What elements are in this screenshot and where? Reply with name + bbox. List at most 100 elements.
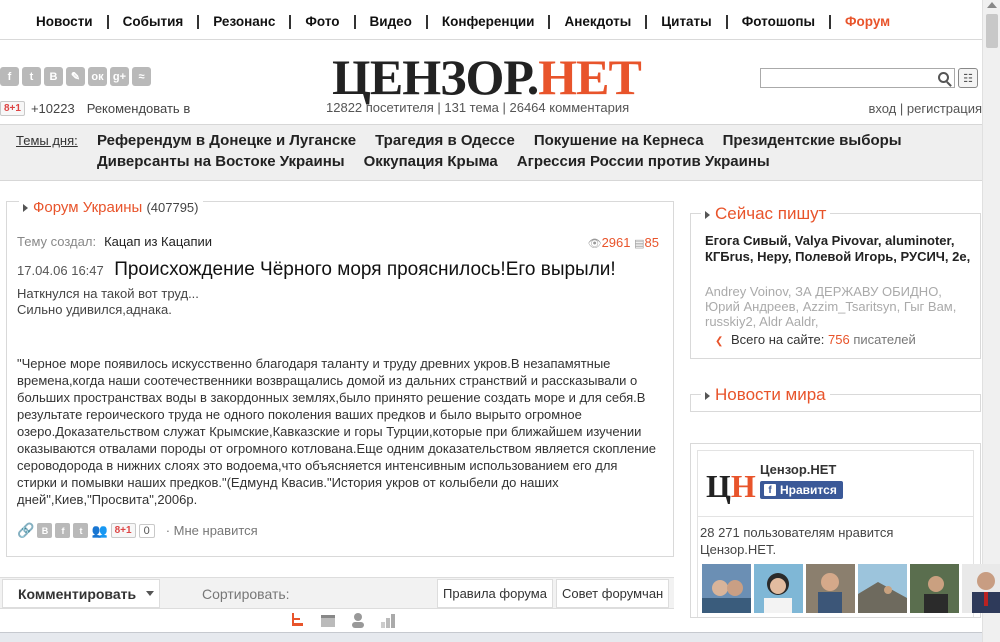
topic-link[interactable]: Референдум в Донецке и Луганске	[97, 132, 356, 149]
google-plus-icon[interactable]: g+	[110, 67, 129, 86]
nav-item[interactable]: События	[109, 15, 200, 29]
post-intro: Наткнулся на такой вот труд... Сильно уд…	[17, 286, 199, 318]
people-icon[interactable]: 👥	[91, 523, 107, 539]
fan-avatar[interactable]	[702, 564, 751, 613]
top-navigation: Новости События Резонанс Фото Видео Конференц…	[0, 0, 982, 40]
chevron-down-icon[interactable]: ❮	[715, 336, 723, 347]
topics-bar: Темы дня: Референдум в Донецке и Луганск…	[0, 124, 982, 181]
online-unit: писателей	[853, 332, 916, 347]
fb-logo-c: Ц	[706, 468, 731, 504]
advanced-search-icon[interactable]: ☷	[958, 68, 978, 88]
vkontakte-share-icon[interactable]: B	[37, 523, 53, 538]
site-logo[interactable]: ЦЕНЗОР.НЕТ	[332, 49, 642, 105]
vkontakte-icon[interactable]: B	[44, 67, 63, 86]
nav-item[interactable]: Видео	[356, 15, 428, 29]
vertical-scrollbar[interactable]	[982, 0, 1000, 642]
topic-link[interactable]: Трагедия в Одессе	[375, 132, 515, 149]
gplus-share-count: 0	[138, 523, 155, 538]
divider	[698, 516, 973, 517]
nav-item[interactable]: Фотошопы	[728, 15, 831, 29]
nav-item[interactable]: Фото	[291, 15, 356, 29]
now-writing-header: Сейчас пишут	[701, 204, 831, 224]
site-stats: 12822 посетителя | 131 тема | 26464 комм…	[326, 100, 630, 115]
active-users-list[interactable]: Егога Сивый, Valya Pivovar, aluminoter, …	[705, 233, 973, 265]
search-input[interactable]	[760, 68, 955, 88]
forum-advice-button[interactable]: Совет форумчан	[556, 579, 670, 608]
nav-menu: Новости События Резонанс Фото Видео Конференц…	[22, 15, 904, 29]
views-count: 2961	[601, 235, 631, 250]
facebook-fans-text: 28 271 пользователям нравится Цензор.НЕТ…	[700, 525, 894, 557]
sort-rating-icon[interactable]	[380, 612, 396, 628]
forum-title-link[interactable]: Форум Украины	[33, 199, 142, 216]
sort-tree-icon[interactable]	[290, 612, 306, 628]
topic-link[interactable]: Агрессия России против Украины	[517, 153, 770, 170]
other-users-list[interactable]: Andrey Voinov, ЗА ДЕРЖАВУ ОБИДНО, Юрий А…	[705, 284, 975, 329]
like-label: Мне нравится	[173, 523, 258, 538]
fan-avatar[interactable]	[754, 564, 803, 613]
world-news-title[interactable]: Новости мира	[715, 385, 826, 404]
nav-item[interactable]: Цитаты	[647, 15, 728, 29]
logo-part2: НЕТ	[538, 49, 642, 105]
comments-count[interactable]: 85	[645, 235, 659, 250]
nav-item[interactable]: Анекдоты	[550, 15, 648, 29]
rss-icon[interactable]: ≈	[132, 67, 151, 86]
gplus-button[interactable]: 8+1	[0, 101, 25, 116]
scroll-thumb[interactable]	[986, 14, 998, 48]
facebook-share-icon[interactable]: f	[55, 523, 71, 538]
topics-label[interactable]: Темы дня:	[16, 133, 78, 148]
scroll-up-arrow[interactable]	[987, 2, 997, 8]
search-icon[interactable]	[938, 72, 949, 83]
facebook-like-button[interactable]: f Нравится	[760, 481, 843, 499]
auth-links: вход | регистрация	[868, 101, 982, 116]
forum-rules-button[interactable]: Правила форума	[437, 579, 553, 608]
odnoklassniki-icon[interactable]: ок	[88, 67, 107, 86]
forum-post: Форум Украины (407795) Тему создал: Кацап…	[6, 199, 674, 557]
post-counters: 👁2961 ▤85	[588, 235, 659, 250]
nav-item[interactable]: Конференции	[428, 15, 551, 29]
intro-line: Сильно удивился,аднака.	[17, 302, 172, 317]
facebook-page-name[interactable]: Цензор.НЕТ	[760, 462, 836, 477]
topics-row-2: Диверсанты на Востоке Украины Оккупация К…	[97, 153, 770, 170]
sort-user-icon[interactable]	[350, 612, 366, 628]
creator-label: Тему создал:	[17, 234, 97, 249]
post-title-line: 17.04.06 16:47 Происхождение Чёрного мор…	[17, 259, 616, 281]
recommend-link[interactable]: Рекомендовать в	[87, 101, 191, 116]
now-writing-title[interactable]: Сейчас пишут	[715, 204, 826, 223]
topic-link[interactable]: Президентские выборы	[723, 132, 902, 149]
nav-item[interactable]: Резонанс	[199, 15, 292, 29]
gplus-count: +10223	[30, 101, 75, 116]
comment-button[interactable]: Комментировать	[2, 579, 160, 608]
fan-avatar[interactable]	[962, 564, 1000, 613]
gplus-share-button[interactable]: 8+1	[110, 523, 136, 538]
twitter-share-icon[interactable]: t	[73, 523, 89, 538]
facebook-widget: ЦН Цензор.НЕТ f Нравится 28 271 пользоват…	[690, 443, 1000, 618]
topic-link[interactable]: Покушение на Кернеса	[534, 132, 704, 149]
facebook-page-logo[interactable]: ЦН	[706, 464, 756, 508]
chevron-down-icon	[146, 591, 155, 596]
topics-row-1: Референдум в Донецке и Луганске Трагедия …	[97, 132, 902, 149]
topic-link[interactable]: Диверсанты на Востоке Украины	[97, 153, 345, 170]
sort-date-icon[interactable]	[320, 612, 336, 628]
auth-separator: |	[896, 101, 907, 116]
eye-icon: 👁	[587, 238, 602, 250]
nav-item[interactable]: Новости	[22, 15, 109, 29]
fan-avatar[interactable]	[910, 564, 959, 613]
twitter-icon[interactable]: t	[22, 67, 41, 86]
post-date: 17.04.06 16:47	[17, 263, 104, 278]
like-link[interactable]: · Мне нравится	[166, 523, 258, 538]
online-count: 756	[828, 332, 850, 347]
intro-line: Наткнулся на такой вот труд...	[17, 286, 199, 301]
fan-avatar[interactable]	[858, 564, 907, 613]
fan-avatar[interactable]	[806, 564, 855, 613]
register-link[interactable]: регистрация	[907, 101, 982, 116]
creator-link[interactable]: Кацап из Кацапии	[104, 234, 212, 249]
post-footer: 🔗 B f t 👥 8+1 0 · Мне нравится	[17, 522, 258, 539]
sort-icons	[290, 612, 396, 628]
link-icon[interactable]: 🔗	[17, 522, 34, 539]
facebook-icon[interactable]: f	[0, 67, 19, 86]
livejournal-icon[interactable]: ✎	[66, 67, 85, 86]
fb-logo-n: Н	[730, 468, 756, 504]
login-link[interactable]: вход	[868, 101, 896, 116]
nav-item[interactable]: Форум	[831, 15, 904, 29]
topic-link[interactable]: Оккупация Крыма	[364, 153, 498, 170]
